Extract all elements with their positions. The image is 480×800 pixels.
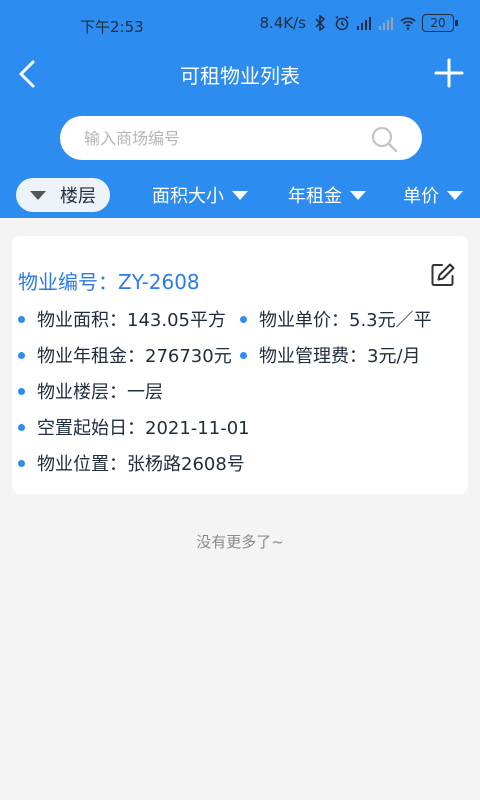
status-right: 8.4K/s 20 xyxy=(259,14,458,32)
bullet-dot xyxy=(18,315,25,323)
filter-floor[interactable]: 楼层 xyxy=(16,178,110,212)
caret-down-icon xyxy=(447,190,463,200)
property-location-text: 物业位置：张杨路2608号 xyxy=(37,454,245,475)
property-floor: 物业楼层：一层 xyxy=(18,378,163,404)
hd-signal-icon xyxy=(357,17,371,30)
property-unit-price: 物业单价：5.3元／平 xyxy=(240,306,432,332)
bullet-dot xyxy=(18,423,25,431)
navbar: 可租物业列表 xyxy=(0,52,480,96)
property-annual-rent-text: 物业年租金：276730元 xyxy=(37,346,232,367)
property-vacancy-start: 空置起始日：2021-11-01 xyxy=(18,414,250,440)
property-vacancy-start-text: 空置起始日：2021-11-01 xyxy=(37,418,250,439)
status-bar: 下午2:53 8.4K/s 20 xyxy=(0,0,480,52)
property-card[interactable]: 物业编号：ZY-2608 物业面积：143.05平方 物业单价：5.3元／平 物… xyxy=(12,236,468,494)
property-annual-rent: 物业年租金：276730元 xyxy=(18,342,232,368)
filter-label: 楼层 xyxy=(60,186,96,207)
bullet-dot xyxy=(18,459,25,467)
filter-label: 面积大小 xyxy=(152,186,224,207)
status-time: 下午2:53 xyxy=(80,18,144,36)
search-bar xyxy=(60,116,422,160)
bullet-dot xyxy=(18,387,25,395)
network-speed: 8.4K/s xyxy=(259,14,306,32)
filter-label: 单价 xyxy=(403,186,439,207)
bullet-dot xyxy=(240,315,247,323)
signal-icon xyxy=(379,17,393,30)
bullet-dot xyxy=(240,351,247,359)
search-input[interactable] xyxy=(84,116,354,160)
wifi-icon xyxy=(400,17,416,30)
filter-annual-rent[interactable]: 年租金 xyxy=(288,178,366,212)
property-unit-price-text: 物业单价：5.3元／平 xyxy=(259,310,432,331)
property-area: 物业面积：143.05平方 xyxy=(18,306,226,332)
filter-area[interactable]: 面积大小 xyxy=(152,178,248,212)
caret-down-icon xyxy=(232,190,248,200)
property-location: 物业位置：张杨路2608号 xyxy=(18,450,245,476)
filter-unit-price[interactable]: 单价 xyxy=(403,178,463,212)
plus-icon[interactable] xyxy=(434,58,464,88)
bluetooth-icon xyxy=(315,15,326,31)
property-area-text: 物业面积：143.05平方 xyxy=(37,310,226,331)
property-floor-text: 物业楼层：一层 xyxy=(37,382,163,403)
bullet-dot xyxy=(18,351,25,359)
battery-icon: 20 xyxy=(422,14,458,32)
filter-bar: 楼层 面积大小 年租金 单价 xyxy=(0,178,480,212)
search-icon[interactable] xyxy=(370,125,398,153)
page-title: 可租物业列表 xyxy=(180,64,300,88)
property-management-fee-text: 物业管理费：3元/月 xyxy=(259,346,421,367)
list-end-hint: 没有更多了~ xyxy=(196,533,284,551)
property-id: 物业编号：ZY-2608 xyxy=(18,270,200,294)
alarm-icon xyxy=(335,15,349,31)
edit-icon[interactable] xyxy=(430,262,456,288)
property-management-fee: 物业管理费：3元/月 xyxy=(240,342,421,368)
filter-label: 年租金 xyxy=(288,186,342,207)
caret-down-icon xyxy=(30,190,46,200)
caret-down-icon xyxy=(350,190,366,200)
